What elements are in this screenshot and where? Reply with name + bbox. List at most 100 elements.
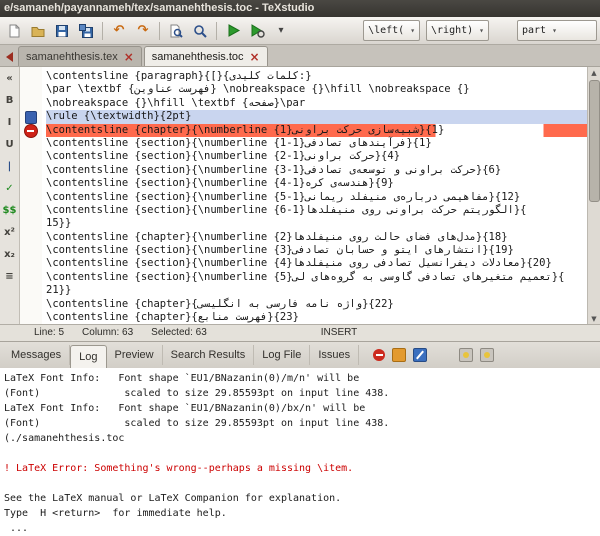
close-tab-icon[interactable]: × [124, 52, 134, 62]
find-button[interactable] [165, 20, 187, 42]
panel-tab-issues[interactable]: Issues [310, 345, 359, 365]
save-all-button[interactable] [75, 20, 97, 42]
cursor-icon[interactable]: | [2, 159, 18, 174]
editor-line[interactable]: \contentsline {section}{\numberline {3}ا… [46, 244, 587, 257]
editor-line[interactable]: \contentsline {section}{\numberline {4-1… [46, 177, 587, 190]
panel-filter-icons [373, 348, 494, 362]
undo-icon: ↶ [114, 23, 125, 38]
log-line: (Font) scaled to size 29.85593pt on inpu… [4, 416, 600, 431]
save-file-button[interactable] [51, 20, 73, 42]
toolbar-separator [159, 22, 160, 40]
toolbar-separator [216, 22, 217, 40]
log-viewer[interactable]: LaTeX Font Info: Font shape `EU1/BNazani… [0, 368, 600, 536]
italic-icon[interactable]: I [2, 115, 18, 130]
editor-line[interactable]: \contentsline {section}{\numberline {5}ت… [46, 271, 587, 284]
list-icon[interactable]: ≡ [2, 269, 18, 284]
find-in-page-icon [169, 24, 183, 38]
inline-math-icon[interactable]: $$ [2, 203, 18, 218]
log-line: See the LaTeX manual or LaTeX Companion … [4, 491, 600, 506]
new-file-button[interactable] [3, 20, 25, 42]
editor-line[interactable]: \contentsline {section}{\numberline {5-1… [46, 191, 587, 204]
back-navigation-button[interactable] [2, 48, 18, 66]
tab-samanehthesis-tex[interactable]: samanehthesis.tex × [18, 46, 142, 66]
status-line: Line: 5 [34, 325, 64, 341]
left-delimiter-dropdown[interactable]: \left( ▾ [363, 20, 420, 41]
save-all-icon [79, 24, 93, 38]
editor-line[interactable]: \contentsline {paragraph}{[}{کلمات کلیدی… [46, 70, 587, 83]
editor-line-wrap[interactable]: 15}} [46, 217, 587, 230]
underline-icon[interactable]: U [2, 137, 18, 152]
redo-button[interactable]: ↷ [132, 20, 154, 42]
main-toolbar: ↶ ↷ ▾ \left( ▾ \right) ▾ part ▾ [0, 17, 600, 45]
view-pdf-button[interactable] [246, 20, 268, 42]
status-selected: Selected: 63 [151, 325, 207, 341]
open-file-button[interactable] [27, 20, 49, 42]
error-marker-icon[interactable] [24, 124, 38, 138]
toolbar-separator [102, 22, 103, 40]
back-arrow-icon [5, 51, 15, 63]
scroll-down-icon[interactable]: ▼ [591, 313, 596, 324]
compile-options-dropdown[interactable]: ▾ [270, 20, 292, 42]
save-icon [55, 24, 69, 38]
editor-line[interactable]: \contentsline {chapter}{واژه نامه فارسی … [46, 298, 587, 311]
panel-tab-log[interactable]: Log [70, 345, 106, 368]
right-delimiter-dropdown[interactable]: \right) ▾ [426, 20, 489, 41]
error-filter-icon[interactable] [373, 349, 385, 361]
editor-line-current[interactable]: \rule {\textwidth}{2pt} [46, 110, 587, 123]
scroll-up-icon[interactable]: ▲ [591, 67, 596, 78]
view-play-icon [250, 23, 265, 38]
editor-line[interactable]: \contentsline {section}{\numberline {6-1… [46, 204, 587, 217]
log-line-error[interactable]: ! LaTeX Error: Something's wrong--perhap… [4, 461, 600, 476]
bookmark-marker-icon[interactable] [25, 111, 37, 124]
panel-tab-search-results[interactable]: Search Results [163, 345, 255, 365]
log-line: LaTeX Font Info: Font shape `EU1/BNazani… [4, 371, 600, 386]
output-panel-tabbar: Messages Log Preview Search Results Log … [0, 341, 600, 368]
log-line: (./samanehthesis.toc [4, 431, 600, 446]
tab-samanehthesis-toc[interactable]: samanehthesis.toc × [144, 46, 268, 66]
compile-and-view-button[interactable] [222, 20, 244, 42]
editor-line[interactable]: \contentsline {section}{\numberline {4}م… [46, 257, 587, 270]
structure-level-dropdown[interactable]: part ▾ [517, 20, 597, 41]
line-mark-panel[interactable] [20, 67, 42, 324]
editor-line[interactable]: \contentsline {chapter}{فهرست منابع}{23} [46, 311, 587, 324]
log-options-icon[interactable] [459, 348, 473, 362]
editor-line[interactable]: \par \textbf {فهرست عناوین} \nobreakspac… [46, 83, 587, 96]
warning-filter-icon[interactable] [392, 348, 406, 362]
redo-icon: ↷ [138, 23, 149, 38]
scrollbar-thumb[interactable] [589, 80, 600, 202]
code-editor[interactable]: \contentsline {paragraph}{[}{کلمات کلیدی… [42, 67, 587, 324]
panel-options-icon[interactable] [480, 348, 494, 362]
new-file-icon [7, 24, 21, 38]
window-title: e/samaneh/payannameh/tex/samanehthesis.t… [4, 2, 314, 14]
close-tab-icon[interactable]: × [250, 52, 260, 62]
log-line [4, 446, 600, 461]
undo-button[interactable]: ↶ [108, 20, 130, 42]
compile-play-icon [226, 23, 241, 38]
window-titlebar[interactable]: e/samaneh/payannameh/tex/samanehthesis.t… [0, 0, 600, 17]
chevron-down-icon: ▾ [552, 26, 557, 35]
subscript-icon[interactable]: x₂ [2, 247, 18, 262]
superscript-icon[interactable]: x² [2, 225, 18, 240]
editor-line-wrap[interactable]: 21}} [46, 284, 587, 297]
bold-icon[interactable]: B [2, 93, 18, 108]
chevron-down-icon: ▾ [278, 25, 283, 36]
log-line: Type H <return> for immediate help. [4, 506, 600, 521]
panel-tab-log-file[interactable]: Log File [254, 345, 310, 365]
editor-line-selected-error[interactable]: \contentsline {chapter}{\numberline {1}ش… [46, 124, 587, 137]
check-icon[interactable]: ✓ [2, 181, 18, 196]
editor-line[interactable]: \contentsline {section}{\numberline {3-1… [46, 164, 587, 177]
panel-tab-messages[interactable]: Messages [3, 345, 70, 365]
tab-label: samanehthesis.toc [152, 51, 244, 63]
panel-collapse-icon[interactable]: « [2, 71, 18, 86]
panel-tab-preview[interactable]: Preview [107, 345, 163, 365]
badbox-filter-icon[interactable] [413, 348, 427, 362]
editor-scrollbar[interactable]: ▲ ▼ [587, 67, 600, 324]
editor-line[interactable]: \contentsline {chapter}{\numberline {2}م… [46, 231, 587, 244]
editor-line[interactable]: \nobreakspace {}\hfill \textbf {صفحه}\pa… [46, 97, 587, 110]
log-line: LaTeX Font Info: Font shape `EU1/BNazani… [4, 401, 600, 416]
texstudio-window: e/samaneh/payannameh/tex/samanehthesis.t… [0, 0, 600, 536]
search-button[interactable] [189, 20, 211, 42]
chevron-down-icon: ▾ [479, 26, 484, 35]
editor-line[interactable]: \contentsline {section}{\numberline {1-1… [46, 137, 587, 150]
editor-line[interactable]: \contentsline {section}{\numberline {2-1… [46, 150, 587, 163]
